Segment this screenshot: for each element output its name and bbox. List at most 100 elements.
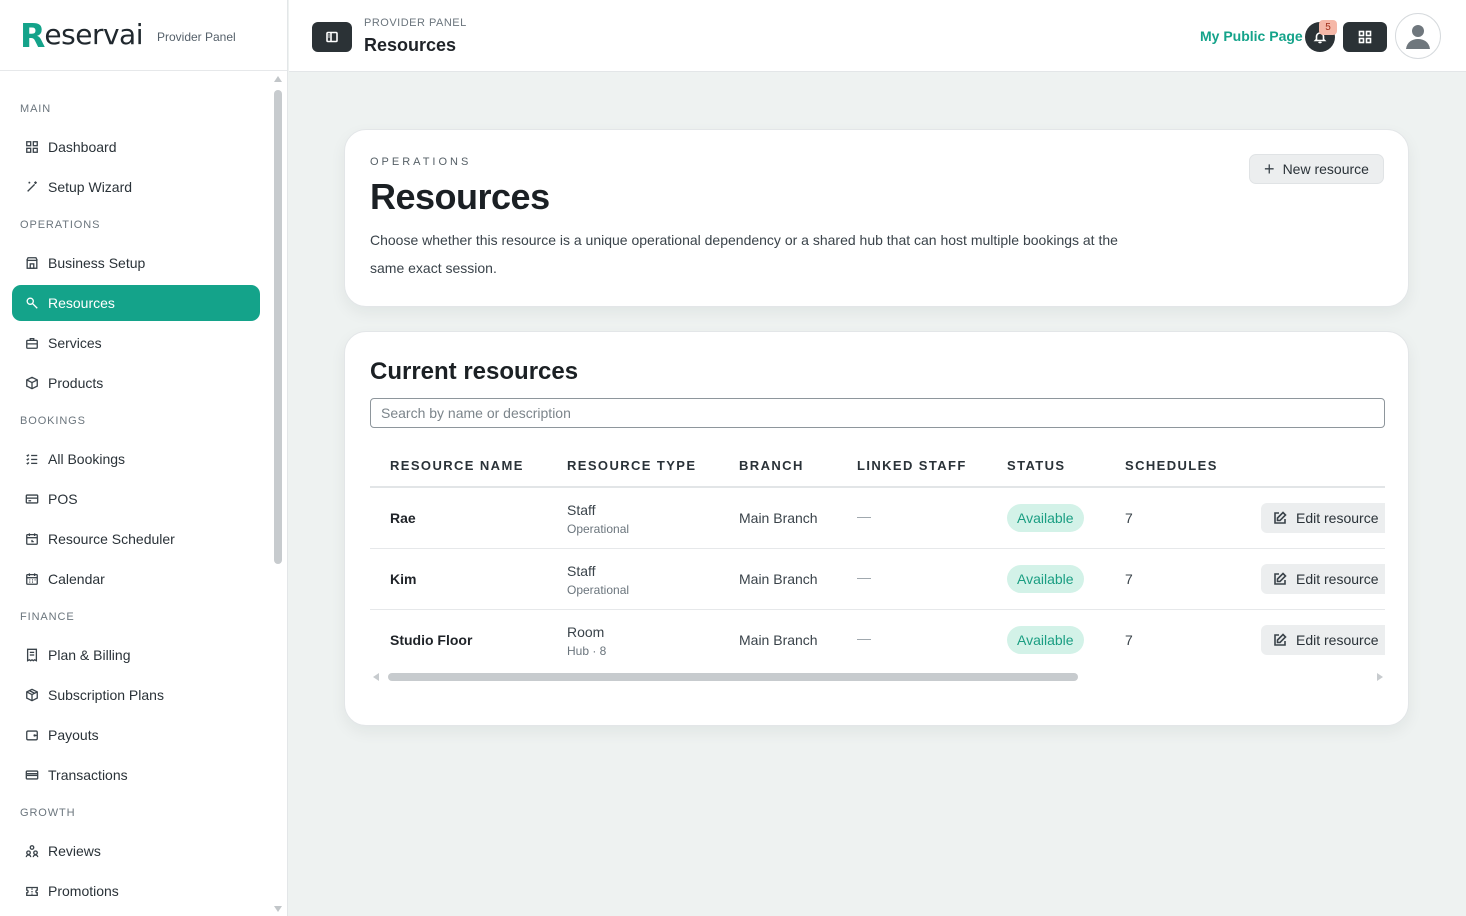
sidebar-item-label: Services	[48, 335, 102, 351]
sidebar-item-subscription-plans[interactable]: Subscription Plans	[12, 677, 260, 713]
sidebar-item-label: Resources	[48, 295, 115, 311]
resource-name: Studio Floor	[390, 632, 473, 648]
resources-table: RESOURCE NAME RESOURCE TYPE BRANCH LINKED S…	[370, 442, 1385, 671]
new-resource-button[interactable]: + New resource	[1249, 154, 1384, 184]
sidebar-item-resource-scheduler[interactable]: Resource Scheduler	[12, 521, 260, 557]
edit-resource-button[interactable]: Edit resource	[1261, 564, 1385, 594]
scroll-left-arrow-icon[interactable]	[373, 673, 379, 681]
sidebar-item-label: Setup Wizard	[48, 179, 133, 195]
resource-name: Rae	[390, 510, 416, 526]
table-body: Rae Staff Operational Main Branch — Available…	[370, 488, 1385, 671]
card-icon	[24, 767, 40, 783]
scroll-right-arrow-icon[interactable]	[1377, 673, 1383, 681]
edit-icon	[1274, 511, 1287, 524]
sidebar-item-calendar[interactable]: Calendar	[12, 561, 260, 597]
column-header: SCHEDULES	[1125, 458, 1218, 473]
status-badge: Available	[1007, 626, 1084, 654]
sidebar-item-services[interactable]: Services	[12, 325, 260, 361]
schedules-count: 7	[1125, 510, 1133, 526]
linked-staff: —	[857, 508, 871, 524]
dashboard-grid-icon	[24, 139, 40, 155]
credit-card-icon	[24, 491, 40, 507]
sidebar-toggle-button[interactable]	[312, 22, 352, 52]
scrollbar-thumb[interactable]	[274, 90, 282, 564]
notification-count-badge: 5	[1319, 20, 1337, 35]
package-icon	[24, 375, 40, 391]
logo-wordmark: eservai	[44, 18, 143, 51]
resource-type-sub: Hub · 8	[567, 644, 607, 658]
sidebar-item-label: Plan & Billing	[48, 647, 131, 663]
sidebar-item-label: Calendar	[48, 571, 105, 587]
sidebar-item-label: Resource Scheduler	[48, 531, 175, 547]
sidebar-item-all-bookings[interactable]: All Bookings	[12, 441, 260, 477]
sidebar-item-products[interactable]: Products	[12, 365, 260, 401]
people-icon	[24, 843, 40, 859]
scroll-up-arrow-icon[interactable]	[274, 76, 282, 82]
resource-type: Staff	[567, 563, 596, 579]
table-row: Studio Floor Room Hub · 8 Main Branch — Avail…	[370, 610, 1385, 671]
user-avatar[interactable]	[1395, 13, 1441, 59]
edit-resource-button[interactable]: Edit resource	[1261, 503, 1385, 533]
branch: Main Branch	[739, 632, 818, 648]
sidebar-item-promotions[interactable]: Promotions	[12, 873, 260, 909]
logo-letter: R	[20, 15, 45, 55]
branch: Main Branch	[739, 571, 818, 587]
top-bar: PROVIDER PANEL Resources My Public Page …	[289, 0, 1466, 72]
sidebar-item-resources[interactable]: Resources	[12, 285, 260, 321]
nav-section-heading: GROWTH	[20, 807, 76, 819]
table-row: Rae Staff Operational Main Branch — Available…	[370, 488, 1385, 549]
edit-resource-button[interactable]: Edit resource	[1261, 625, 1385, 655]
hscroll-thumb[interactable]	[388, 673, 1078, 681]
nav-section-heading: MAIN	[20, 103, 52, 115]
branch: Main Branch	[739, 510, 818, 526]
sidebar-item-setup-wizard[interactable]: Setup Wizard	[12, 169, 260, 205]
topbar-eyebrow: PROVIDER PANEL	[364, 17, 467, 29]
sidebar-item-plan-billing[interactable]: Plan & Billing	[12, 637, 260, 673]
linked-staff: —	[857, 630, 871, 646]
sidebar-item-label: All Bookings	[48, 451, 126, 467]
sidebar-scrollbar[interactable]	[273, 74, 283, 914]
sidebar-item-payouts[interactable]: Payouts	[12, 717, 260, 753]
edit-resource-label: Edit resource	[1296, 571, 1379, 587]
new-resource-label: New resource	[1282, 161, 1369, 177]
briefcase-icon	[24, 335, 40, 351]
page-title: Resources	[364, 35, 457, 55]
sidebar-item-pos[interactable]: POS	[12, 481, 260, 517]
section-eyebrow: OPERATIONS	[370, 156, 472, 168]
resource-type: Room	[567, 624, 605, 640]
sidebar-item-label: POS	[48, 491, 78, 507]
current-resources-card: Current resources RESOURCE NAMERESOURCE …	[344, 331, 1409, 726]
hero-title: Resources	[370, 176, 550, 217]
table-row: Kim Staff Operational Main Branch — Available…	[370, 549, 1385, 610]
sidebar-item-label: Reviews	[48, 843, 101, 859]
column-header: BRANCH	[739, 458, 804, 473]
hero-description: Choose whether this resource is a unique…	[370, 232, 1118, 276]
resource-type: Staff	[567, 502, 596, 518]
resource-type-sub: Operational	[567, 583, 630, 597]
my-public-page-link[interactable]: My Public Page	[1200, 28, 1303, 44]
app-root: Reservai Provider Panel MAIN Dashboard Set…	[0, 0, 1466, 916]
column-header: RESOURCE NAME	[390, 458, 524, 473]
search-input[interactable]	[370, 398, 1385, 428]
wrench-icon	[24, 295, 40, 311]
sidebar-item-dashboard[interactable]: Dashboard	[12, 129, 260, 165]
sidebar-item-transactions[interactable]: Transactions	[12, 757, 260, 793]
store-icon	[24, 255, 40, 271]
sidebar-item-label: Promotions	[48, 883, 119, 899]
receipt-icon	[24, 647, 40, 663]
sidebar-item-label: Transactions	[48, 767, 128, 783]
table-horizontal-scrollbar[interactable]	[373, 672, 1383, 682]
grid-icon	[1358, 30, 1372, 44]
brand[interactable]: Reservai Provider Panel	[0, 0, 287, 71]
status-badge: Available	[1007, 565, 1084, 593]
list-check-icon	[24, 451, 40, 467]
nav-section-heading: OPERATIONS	[20, 219, 101, 231]
edit-resource-label: Edit resource	[1296, 510, 1379, 526]
scroll-down-arrow-icon[interactable]	[274, 906, 282, 912]
resources-hero-card: OPERATIONS Resources Choose whether this…	[344, 129, 1409, 307]
box-icon	[24, 687, 40, 703]
sidebar-item-reviews[interactable]: Reviews	[12, 833, 260, 869]
apps-grid-button[interactable]	[1343, 22, 1387, 52]
sidebar-item-business-setup[interactable]: Business Setup	[12, 245, 260, 281]
sidebar-item-label: Subscription Plans	[48, 687, 164, 703]
